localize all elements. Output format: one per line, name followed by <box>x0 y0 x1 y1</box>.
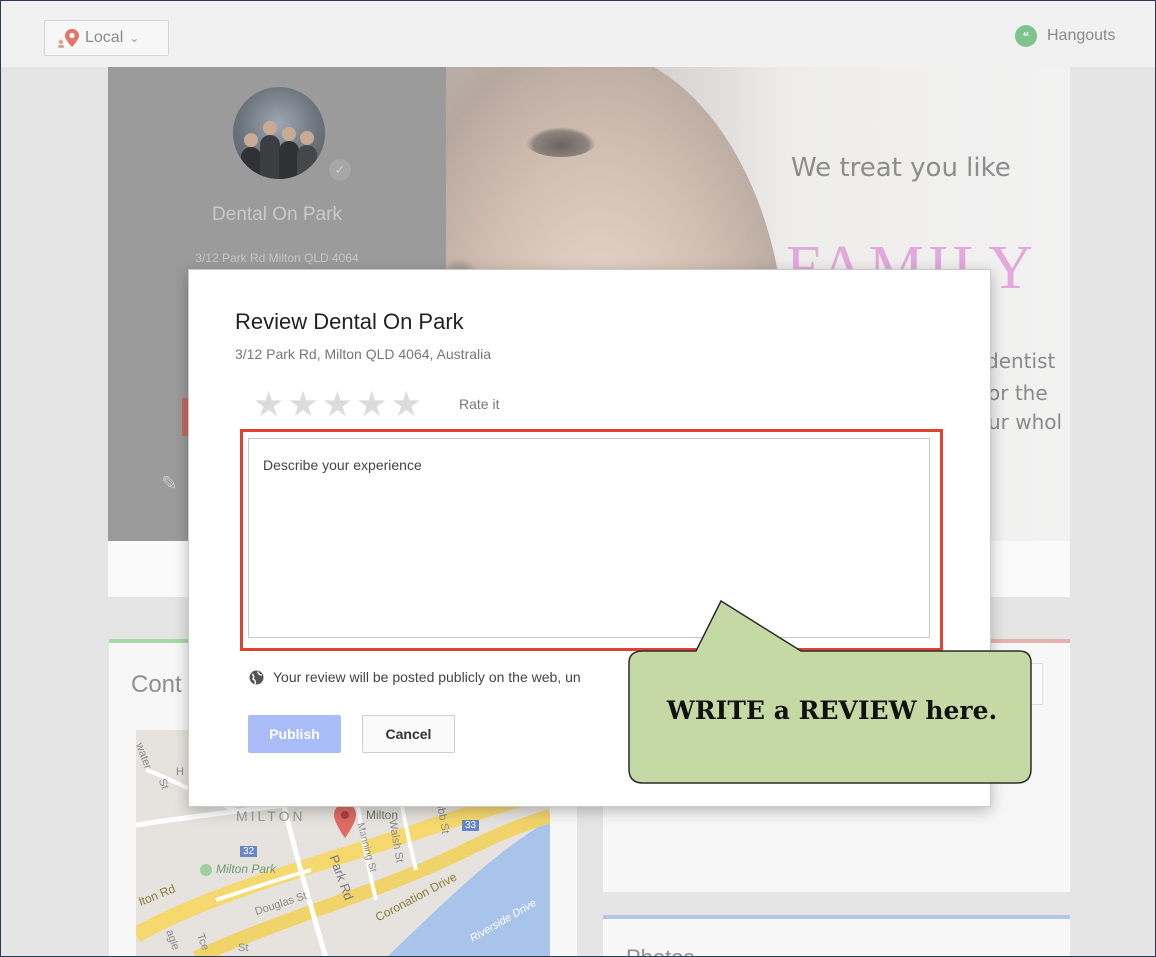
map-label-milton-park: Milton Park <box>216 862 277 876</box>
cover-eye-image <box>526 127 596 157</box>
star-icon[interactable]: ★ <box>356 387 387 422</box>
review-dialog-address: 3/12 Park Rd, Milton QLD 4064, Australia <box>235 346 492 362</box>
business-address: 3/12 Park Rd Milton QLD 4064 <box>195 251 359 265</box>
hangouts-label: Hangouts <box>1047 27 1116 44</box>
avatar[interactable] <box>233 87 325 179</box>
map-label-h: H <box>176 766 184 778</box>
publish-button[interactable]: Publish <box>248 715 341 753</box>
callout-bubble <box>628 599 1032 784</box>
map-pin-icon <box>55 27 81 49</box>
top-bar: Local ⌄ “ Hangouts <box>1 1 1155 67</box>
cover-side-text-2: or the <box>988 381 1048 405</box>
star-icon[interactable]: ★ <box>253 387 284 422</box>
map-route-33: 33 <box>462 820 480 831</box>
map-label-milton: MILTON <box>236 808 306 824</box>
cancel-button[interactable]: Cancel <box>362 715 455 753</box>
local-dropdown-button[interactable]: Local ⌄ <box>44 20 169 56</box>
local-label: Local <box>85 29 124 46</box>
pencil-icon[interactable]: ✎ <box>161 471 178 496</box>
star-icon[interactable]: ★ <box>322 387 353 422</box>
star-rating: ★ ★ ★ ★ ★ <box>253 387 425 422</box>
map-pin-icon[interactable] <box>334 804 356 840</box>
chevron-down-icon: ⌄ <box>129 31 140 45</box>
contact-title: Cont <box>131 671 182 698</box>
cover-tagline: We treat you like <box>791 153 1011 183</box>
photos-title: Photos <box>626 945 695 956</box>
business-name: Dental On Park <box>212 204 342 225</box>
star-icon[interactable]: ★ <box>391 387 422 422</box>
browser-viewport: Local ⌄ “ Hangouts We treat you like FAM… <box>0 0 1156 957</box>
rate-it-label: Rate it <box>459 396 500 412</box>
map-label-st-2: St <box>238 942 249 954</box>
review-dialog-title: Review Dental On Park <box>235 309 464 334</box>
public-review-notice-text: Your review will be posted publicly on t… <box>273 669 581 685</box>
callout-text: WRITE a REVIEW here. <box>666 696 998 725</box>
hangouts-button[interactable]: “ Hangouts <box>1015 25 1116 47</box>
cover-side-text-1: dentist <box>986 349 1056 373</box>
public-review-notice: Your review will be posted publicly on t… <box>249 669 581 685</box>
hangouts-icon: “ <box>1015 25 1037 47</box>
map-route-32: 32 <box>240 846 258 857</box>
cover-side-text-3: ur whol <box>988 410 1063 434</box>
globe-icon <box>249 670 264 685</box>
verified-shield-icon: ✓ <box>329 159 351 181</box>
star-icon[interactable]: ★ <box>287 387 318 422</box>
